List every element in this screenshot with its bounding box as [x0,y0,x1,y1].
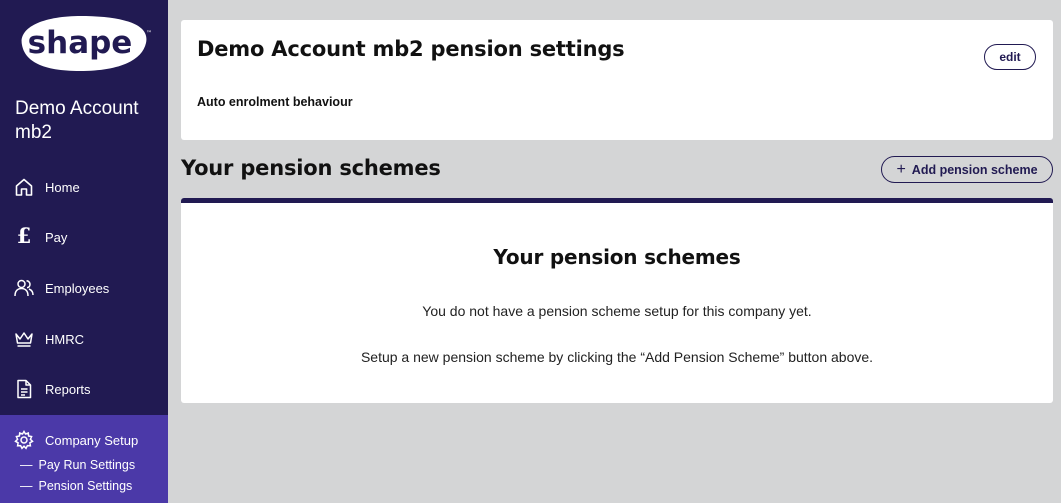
nav-company-setup-label: Company Setup [45,432,139,448]
page-title: Demo Account mb2 pension settings [197,37,625,61]
nav-home[interactable]: Home [0,167,168,207]
svg-text:™: ™ [146,30,152,37]
document-icon [14,379,34,399]
nav-reports[interactable]: Reports [0,369,168,409]
nav-pay-label: Pay [45,229,68,245]
gear-icon [14,430,34,450]
sub-item-dash: — [20,458,33,472]
pound-icon: £ [14,226,34,248]
pension-schemes-card: Your pension schemes You do not have a p… [181,198,1053,403]
sub-item-dash: — [20,479,33,493]
add-pension-scheme-label: Add pension scheme [911,162,1038,177]
nav-hmrc-label: HMRC [45,331,84,347]
nav-employees[interactable]: Employees [0,268,168,308]
svg-text:£: £ [17,226,32,248]
nav-hmrc[interactable]: HMRC [0,319,168,359]
nav-pay[interactable]: £ Pay [0,217,168,257]
crown-icon [14,329,34,349]
pension-settings-card: Demo Account mb2 pension settings Auto e… [181,20,1053,140]
home-icon [14,177,34,197]
empty-state-instruction: Setup a new pension scheme by clicking t… [360,349,874,365]
nav-home-label: Home [45,179,80,195]
svg-text:shape: shape [28,25,133,61]
sidebar: shape ™ Demo Account mb2 Home £ Pay Empl… [0,0,168,503]
edit-button[interactable]: edit [984,44,1036,70]
people-icon [14,278,34,298]
sub-item-label: Pension Settings [38,479,133,493]
schemes-card-heading: Your pension schemes [493,245,741,269]
sub-item-pay-run-settings[interactable]: — Pay Run Settings [20,458,135,472]
nav-company-setup[interactable]: Company Setup [0,420,168,460]
section-title: Your pension schemes [181,156,441,180]
nav-employees-label: Employees [45,280,110,296]
nav-reports-label: Reports [45,381,91,397]
company-name: Demo Account mb2 [15,98,139,143]
empty-state-message: You do not have a pension scheme setup f… [422,303,812,319]
sub-item-label: Pay Run Settings [38,458,136,472]
add-pension-scheme-button[interactable]: + Add pension scheme [881,156,1053,183]
sub-item-pension-settings[interactable]: — Pension Settings [20,479,132,493]
auto-enrolment-label: Auto enrolment behaviour [197,95,353,109]
plus-icon: + [896,160,906,178]
shape-logo[interactable]: shape ™ [14,13,154,73]
